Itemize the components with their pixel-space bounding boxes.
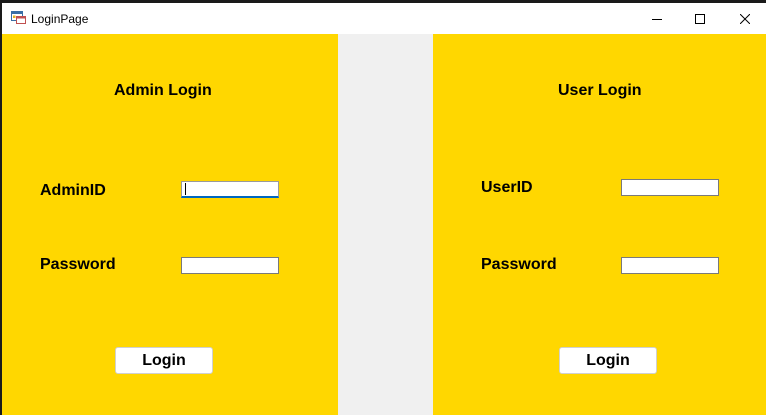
admin-id-label: AdminID	[40, 182, 106, 199]
admin-login-panel: Admin Login AdminID Password Login	[2, 34, 338, 415]
user-id-label: UserID	[481, 179, 533, 196]
maximize-button[interactable]	[677, 3, 723, 34]
minimize-button[interactable]	[634, 3, 680, 34]
text-caret	[185, 183, 186, 195]
window-title: LoginPage	[31, 12, 89, 26]
user-login-heading: User Login	[558, 82, 642, 99]
admin-password-label: Password	[40, 256, 116, 273]
user-id-input[interactable]	[621, 179, 719, 196]
close-icon	[740, 13, 750, 24]
form-window-icon	[11, 11, 27, 25]
close-button[interactable]	[722, 3, 766, 34]
minimize-icon	[652, 14, 662, 24]
maximize-icon	[695, 13, 705, 24]
user-login-button[interactable]: Login	[559, 347, 657, 374]
admin-password-input[interactable]	[181, 257, 279, 274]
user-password-label: Password	[481, 256, 557, 273]
user-password-input[interactable]	[621, 257, 719, 274]
user-login-panel: User Login UserID Password Login	[433, 34, 766, 415]
admin-login-heading: Admin Login	[114, 82, 212, 99]
title-bar: LoginPage	[2, 3, 766, 34]
login-window: LoginPage Admin Login AdminID Password L…	[0, 0, 766, 415]
admin-id-input[interactable]	[181, 181, 279, 198]
admin-login-button[interactable]: Login	[115, 347, 213, 374]
